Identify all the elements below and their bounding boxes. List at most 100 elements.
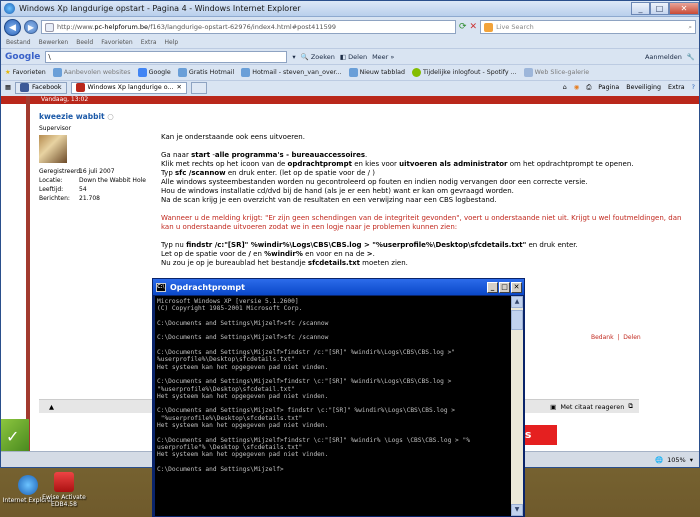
live-search-input[interactable]: Live Search ⌕	[480, 20, 696, 34]
desktop-icon-ewise[interactable]: Ewise Activate EDB4.58	[38, 472, 90, 508]
multiquote-icon[interactable]: ⧉	[628, 402, 633, 411]
internet-explorer-icon	[18, 475, 38, 495]
google-toolbar: Google \ ▾ 🔍 Zoeken ◧ Delen Meer » Aanme…	[1, 48, 699, 65]
fav-item[interactable]: Nieuw tabblad	[348, 68, 405, 77]
new-tab-button[interactable]	[190, 81, 207, 94]
chevron-down-icon[interactable]: ▾	[690, 456, 693, 464]
fav-item[interactable]: Google	[137, 68, 171, 77]
fav-item[interactable]: Gratis Hotmail	[177, 68, 234, 77]
cmd-maximize-button[interactable]: □	[499, 281, 510, 293]
ie-titlebar[interactable]: Windows Xp langdurige opstart - Pagina 4…	[1, 1, 699, 17]
menu-extra-tools[interactable]: Extra	[668, 84, 685, 92]
menu-bestand[interactable]: Bestand	[6, 39, 31, 46]
close-tab-icon[interactable]: ✕	[177, 84, 182, 91]
google-more-button[interactable]: Meer »	[372, 53, 394, 61]
warning-icon[interactable]: ▲	[49, 403, 54, 411]
address-row: ◀ ▶ http://www.pc-helpforum.be/f163/lang…	[1, 17, 699, 37]
print-icon[interactable]: ⎙	[586, 84, 591, 92]
cmd-output[interactable]: Microsoft Windows XP [versie 5.1.2600] (…	[155, 296, 512, 516]
stat-label: Geregistreerd:	[39, 168, 83, 175]
post-paragraph: Hou de windows installatie cd/dvd bij de…	[161, 187, 514, 195]
home-icon[interactable]: ⌂	[563, 84, 567, 92]
username[interactable]: kweezie wabbit ○	[39, 112, 151, 121]
menu-beeld[interactable]: Beeld	[76, 39, 93, 46]
warning-text: Wanneer u de melding krijgt: "Er zijn ge…	[161, 214, 682, 231]
user-panel: kweezie wabbit ○ Supervisor Geregistreer…	[39, 112, 151, 202]
cmd-minimize-button[interactable]: _	[487, 281, 498, 293]
tab-list-icon[interactable]: ▦	[5, 84, 11, 91]
google-logo: Google	[5, 51, 41, 62]
post-date-strip: Vandaag, 13:02	[1, 96, 699, 104]
post-paragraph: Ga naar start -alle programma's - bureau…	[161, 151, 368, 159]
post-paragraph: Na de scan krijg je een overzicht van de…	[161, 196, 497, 204]
url-text: http://www.pc-helpforum.be/f163/langduri…	[57, 23, 336, 31]
post-paragraph: Alle windows systeembestanden worden nu …	[161, 178, 588, 186]
menu-help[interactable]: Help	[165, 39, 179, 46]
menu-bewerken[interactable]: Bewerken	[39, 39, 69, 46]
address-bar[interactable]: http://www.pc-helpforum.be/f163/langduri…	[41, 20, 456, 34]
stat-value: 16 juli 2007	[79, 168, 115, 175]
post-paragraph: Typ nu findstr /c:"[SR]" %windir%\Logs\C…	[161, 241, 578, 249]
quote-icon: ▣	[550, 402, 557, 411]
user-stats: Geregistreerd: 16 juli 2007 Locatie: Down …	[39, 168, 151, 202]
quote-reply-button[interactable]: Met citaat reageren	[560, 403, 624, 411]
tab-facebook[interactable]: Facebook	[14, 81, 67, 94]
cmd-titlebar[interactable]: C:\ Opdrachtprompt _ □ ✕	[153, 279, 524, 295]
avatar	[39, 135, 67, 163]
window-title: Windows Xp langdurige opstart - Pagina 4…	[19, 4, 301, 13]
google-search-input[interactable]: \	[45, 50, 288, 63]
tab-row: ▦ Facebook Windows Xp langdurige o... ✕ ⌂…	[1, 80, 699, 94]
back-button[interactable]: ◀	[4, 18, 21, 36]
zone-icon: 🌐	[655, 455, 664, 464]
cmd-close-button[interactable]: ✕	[511, 281, 522, 293]
cmd-icon: C:\	[156, 282, 166, 292]
fav-item[interactable]: Hotmail - steven_van_over...	[241, 68, 342, 77]
scroll-down-arrow-icon[interactable]: ▼	[511, 504, 523, 516]
feeds-icon[interactable]: ◉	[574, 84, 580, 92]
menu-beveiliging[interactable]: Beveiliging	[626, 84, 661, 92]
share-link[interactable]: Delen	[623, 334, 640, 341]
google-share-button[interactable]: ◧ Delen	[340, 53, 367, 61]
checkmark-icon: ✓	[1, 419, 29, 451]
tab-windows-xp[interactable]: Windows Xp langdurige o... ✕	[70, 81, 187, 94]
google-dropdown-icon[interactable]: ▾	[292, 53, 295, 61]
fav-item[interactable]: Web Slice-galerie	[523, 68, 589, 77]
zoom-level[interactable]: 105%	[667, 456, 686, 464]
post-paragraph: Let op de spatie voor de / en %windir% e…	[161, 250, 375, 258]
google-signin-button[interactable]: Aanmelden	[645, 53, 682, 61]
wrench-icon[interactable]: 🔧	[687, 53, 695, 61]
search-icon[interactable]: ⌕	[688, 23, 692, 32]
stat-value: 21.708	[79, 195, 100, 202]
favorites-button[interactable]: ★ Favorieten	[5, 69, 46, 76]
minimize-button[interactable]: _	[631, 2, 650, 15]
fav-item[interactable]: Tijdelijke inlogfout - Spotify ...	[412, 68, 517, 77]
fav-item[interactable]: Aanbevolen websites	[52, 68, 131, 77]
post-actions: Bedank | Delen	[591, 334, 641, 341]
stat-value: Down the Wabbit Hole	[79, 177, 146, 184]
help-icon[interactable]: ?	[692, 84, 695, 92]
stop-icon[interactable]: ✕	[470, 22, 478, 32]
forward-button[interactable]: ▶	[24, 20, 38, 34]
maximize-button[interactable]: □	[650, 2, 669, 15]
scroll-up-arrow-icon[interactable]: ▲	[511, 296, 523, 308]
cmd-scrollbar[interactable]: ▲ ▼	[511, 296, 523, 516]
post-paragraph: Klik met rechts op het icoon van de opdr…	[161, 160, 634, 168]
google-search-button[interactable]: 🔍 Zoeken	[301, 53, 335, 61]
close-button[interactable]: ✕	[669, 2, 699, 15]
post-paragraph: Typ sfc /scannow en druk enter. (let op …	[161, 169, 375, 177]
cmd-title: Opdrachtprompt	[170, 282, 245, 292]
refresh-icon[interactable]: ⟳	[459, 22, 467, 32]
cmd-window: C:\ Opdrachtprompt _ □ ✕ Microsoft Windo…	[152, 278, 525, 517]
post-paragraph: Kan je onderstaande ook eens uitvoeren.	[161, 133, 305, 141]
user-role: Supervisor	[39, 125, 72, 132]
thanks-link[interactable]: Bedank	[591, 334, 614, 341]
menu-favorieten[interactable]: Favorieten	[101, 39, 132, 46]
menu-extra[interactable]: Extra	[141, 39, 157, 46]
menu-pagina[interactable]: Pagina	[598, 84, 619, 92]
stat-label: Locatie:	[39, 177, 63, 184]
scroll-thumb[interactable]	[511, 310, 523, 330]
favorites-bar: ★ Favorieten Aanbevolen websites Google G…	[1, 65, 699, 80]
application-icon	[54, 472, 74, 492]
page-icon	[45, 22, 54, 32]
post-body: Kan je onderstaande ook eens uitvoeren. …	[161, 133, 696, 273]
